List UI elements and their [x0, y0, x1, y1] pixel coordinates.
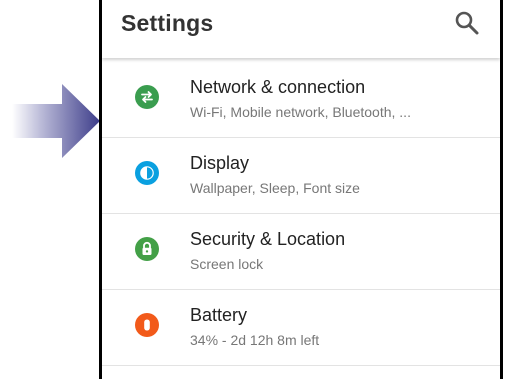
battery-icon — [135, 313, 159, 337]
settings-item-subtitle: Screen lock — [190, 256, 264, 272]
settings-item-subtitle: Wallpaper, Sleep, Font size — [190, 180, 360, 196]
search-icon[interactable] — [454, 10, 480, 36]
lock-icon — [135, 237, 159, 261]
arrow-right-icon — [12, 84, 100, 158]
page-title: Settings — [121, 10, 214, 36]
screenshot-stage: Settings Network & connection Wi-Fi, Mob… — [0, 0, 510, 379]
settings-item-battery[interactable]: Battery 34% - 2d 12h 8m left — [102, 290, 500, 366]
settings-item-network[interactable]: Network & connection Wi-Fi, Mobile netwo… — [102, 62, 500, 138]
settings-item-label: Display — [190, 153, 250, 173]
brightness-icon — [135, 161, 159, 185]
settings-item-label: Battery — [190, 305, 248, 325]
settings-list: Network & connection Wi-Fi, Mobile netwo… — [102, 62, 500, 366]
settings-item-security[interactable]: Security & Location Screen lock — [102, 214, 500, 290]
settings-screen: Settings Network & connection Wi-Fi, Mob… — [99, 0, 503, 379]
settings-item-display[interactable]: Display Wallpaper, Sleep, Font size — [102, 138, 500, 214]
swap-arrows-icon — [135, 85, 159, 109]
settings-item-label: Network & connection — [190, 77, 366, 97]
settings-item-subtitle: Wi-Fi, Mobile network, Bluetooth, ... — [190, 104, 411, 120]
app-bar: Settings — [102, 0, 500, 58]
settings-item-subtitle: 34% - 2d 12h 8m left — [190, 332, 320, 348]
settings-item-label: Security & Location — [190, 229, 346, 249]
